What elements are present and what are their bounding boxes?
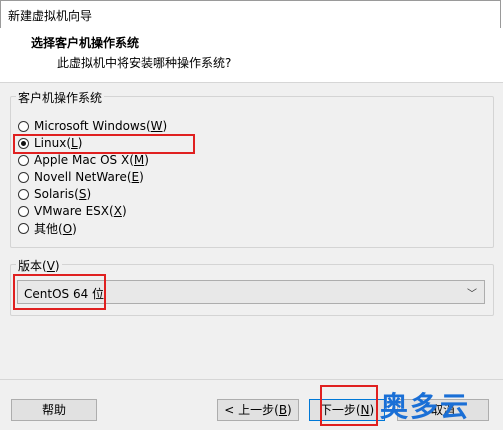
window-title: 新建虚拟机向导 — [8, 9, 93, 23]
os-option-label: VMware ESX(X) — [34, 204, 127, 218]
os-option-label: Microsoft Windows(W) — [34, 119, 168, 133]
version-label: 版本(V) — [16, 257, 62, 274]
radio-button[interactable] — [18, 154, 29, 166]
os-option-3[interactable]: Novell NetWare(E) — [18, 168, 144, 186]
next-button[interactable]: 下一步(N) — [309, 399, 385, 421]
watermark: 奥多云 — [380, 390, 471, 423]
page-subtitle: 此虚拟机中将安装哪种操作系统? — [57, 56, 232, 70]
guest-os-group-label: 客户机操作系统 — [16, 89, 105, 106]
os-option-5[interactable]: VMware ESX(X) — [18, 202, 127, 220]
version-select[interactable]: CentOS 64 位 ﹀ — [17, 280, 485, 304]
page-title: 选择客户机操作系统 — [31, 36, 140, 50]
os-option-label: Apple Mac OS X(M) — [34, 153, 149, 167]
radio-button[interactable] — [18, 222, 29, 234]
os-option-label: Linux(L) — [34, 136, 83, 150]
os-option-4[interactable]: Solaris(S) — [18, 185, 91, 203]
wizard-body: 客户机操作系统 Microsoft Windows(W) Linux(L) Appl… — [0, 83, 503, 430]
footer-divider — [0, 379, 503, 380]
radio-button[interactable] — [18, 137, 29, 149]
help-button[interactable]: 帮助 — [11, 399, 97, 421]
os-option-label: Solaris(S) — [34, 187, 92, 201]
radio-button[interactable] — [18, 171, 29, 183]
os-option-1[interactable]: Linux(L) — [18, 134, 82, 152]
os-option-label: Novell NetWare(E) — [34, 170, 144, 184]
back-button[interactable]: < 上一步(B) — [217, 399, 299, 421]
os-option-0[interactable]: Microsoft Windows(W) — [18, 117, 167, 135]
title-bar: 新建虚拟机向导 — [0, 0, 501, 28]
chevron-down-icon: ﹀ — [467, 289, 477, 300]
radio-button[interactable] — [18, 205, 29, 217]
radio-button[interactable] — [18, 120, 29, 132]
wizard-header: 选择客户机操作系统 此虚拟机中将安装哪种操作系统? — [0, 28, 503, 83]
radio-button[interactable] — [18, 188, 29, 200]
os-option-label: 其他(O) — [34, 221, 77, 236]
version-select-value: CentOS 64 位 — [24, 287, 105, 301]
os-option-6[interactable]: 其他(O) — [18, 219, 77, 237]
os-option-2[interactable]: Apple Mac OS X(M) — [18, 151, 149, 169]
